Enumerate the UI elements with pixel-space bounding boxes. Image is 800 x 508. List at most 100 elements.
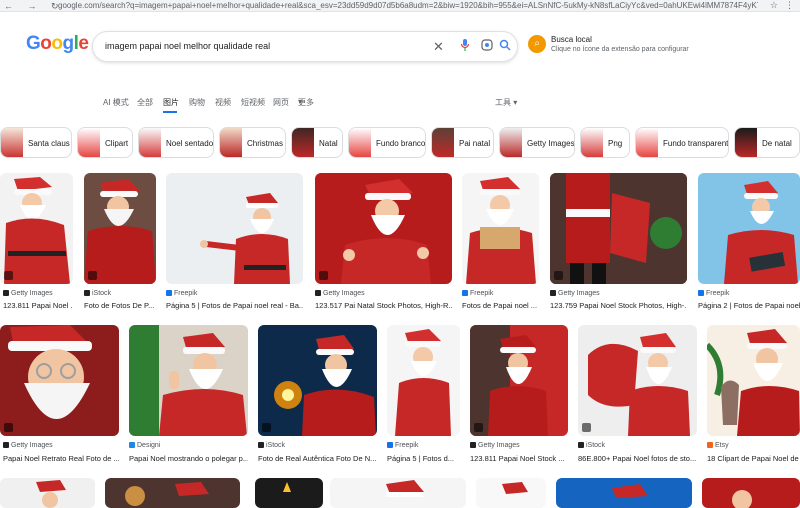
clear-icon[interactable]: ✕ (433, 38, 444, 56)
image-result[interactable] (315, 173, 452, 284)
profile-icon[interactable]: ⋮ (785, 0, 794, 11)
image-source[interactable]: iStock (258, 442, 285, 449)
microphone-icon[interactable] (460, 38, 470, 57)
tab-web[interactable]: 网页 (273, 97, 289, 108)
santa-photo (386, 480, 424, 497)
image-result[interactable] (387, 325, 460, 436)
image-badge-icon (4, 271, 13, 280)
local-search-title: Busca local (551, 35, 592, 44)
image-source[interactable]: Freepik (166, 290, 197, 297)
search-input[interactable]: imagem papai noel melhor qualidade real (105, 41, 270, 51)
image-result[interactable] (255, 478, 323, 508)
chip-png[interactable]: Png (580, 127, 630, 158)
chip-pai-natal[interactable]: Pai natal (431, 127, 494, 158)
image-result[interactable] (129, 325, 248, 436)
image-source[interactable]: Getty Images (550, 290, 600, 297)
image-source[interactable]: Getty Images (3, 442, 53, 449)
image-result[interactable] (462, 173, 539, 284)
image-result[interactable] (556, 478, 692, 508)
image-caption[interactable]: Papai Noel Retrato Real Foto de ... (3, 454, 119, 463)
image-result[interactable] (470, 325, 568, 436)
image-caption[interactable]: 123.517 Pai Natal Stock Photos, High-R..… (315, 301, 452, 310)
image-caption[interactable]: Fotos de Papai noel ... (462, 301, 539, 310)
image-caption[interactable]: 123.811 Papai Noel ... (3, 301, 73, 310)
image-source[interactable]: Designi (129, 442, 160, 449)
image-caption[interactable]: Página 5 | Fotos de Papai noel real - Ba… (166, 301, 303, 310)
favicon-icon (698, 290, 704, 296)
favicon-icon (387, 442, 393, 448)
image-result[interactable] (698, 173, 800, 284)
favicon-icon (3, 442, 9, 448)
image-result[interactable] (258, 325, 377, 436)
image-caption[interactable]: Página 5 | Fotos d... (387, 454, 460, 463)
favicon-icon (578, 442, 584, 448)
santa-photo (550, 173, 687, 284)
image-caption[interactable]: 123.811 Papai Noel Stock ... (470, 454, 568, 463)
chip-christmas[interactable]: Christmas (219, 127, 286, 158)
image-result[interactable] (84, 173, 156, 284)
search-box[interactable]: imagem papai noel melhor qualidade real … (92, 31, 518, 62)
url-text[interactable]: google.com/search?q=imagem+papai+noel+me… (58, 1, 758, 10)
chip-de-natal[interactable]: De natal (734, 127, 800, 158)
chip-getty-images[interactable]: Getty Images (499, 127, 575, 158)
tab-shopping[interactable]: 购物 (189, 97, 205, 108)
image-source[interactable]: iStock (84, 290, 111, 297)
chip-natal[interactable]: Natal (291, 127, 343, 158)
image-result[interactable] (0, 325, 119, 436)
image-result[interactable] (702, 478, 800, 508)
local-search-icon[interactable]: ⌕ (528, 35, 546, 53)
tab-images[interactable]: 图片 (163, 97, 179, 108)
image-caption[interactable]: 18 Clipart de Papai Noel de ... (707, 454, 800, 463)
image-badge-icon (262, 423, 271, 432)
santa-photo (395, 329, 451, 436)
santa-photo (283, 482, 291, 492)
bookmark-star-icon[interactable]: ☆ (770, 0, 778, 11)
image-caption[interactable]: Foto de Fotos De P... (84, 301, 156, 310)
chip-clipart[interactable]: Clipart (77, 127, 133, 158)
image-source[interactable]: Freepik (462, 290, 493, 297)
search-icon[interactable] (499, 38, 511, 56)
image-result[interactable] (105, 478, 240, 508)
image-result[interactable] (476, 478, 546, 508)
tab-ai-mode[interactable]: AI 模式 (103, 97, 129, 108)
image-result[interactable] (550, 173, 687, 284)
chip-fundo-branco[interactable]: Fundo branco (348, 127, 426, 158)
image-badge-icon (4, 423, 13, 432)
santa-photo (707, 329, 800, 436)
browser-address-bar[interactable]: ← → ↻ google.com/search?q=imagem+papai+n… (0, 0, 800, 12)
lens-icon[interactable] (481, 38, 493, 56)
image-caption[interactable]: 86E.800+ Papai Noel fotos de sto... (578, 454, 697, 463)
image-source[interactable]: Etsy (707, 442, 729, 449)
browser-nav-icons[interactable]: ← → ↻ (4, 1, 65, 11)
tab-all[interactable]: 全部 (137, 97, 153, 108)
image-source[interactable]: Getty Images (3, 290, 53, 297)
image-caption[interactable]: Página 2 | Fotos de Papai noel ... (698, 301, 800, 310)
image-result[interactable] (166, 173, 303, 284)
image-result[interactable] (707, 325, 800, 436)
image-source[interactable]: Freepik (387, 442, 418, 449)
chip-santa-claus[interactable]: Santa claus (0, 127, 72, 158)
google-logo[interactable]: Google (26, 33, 89, 55)
image-badge-icon (319, 271, 328, 280)
tools-button[interactable]: 工具 ▾ (495, 97, 517, 108)
santa-photo (502, 482, 528, 494)
image-source[interactable]: Freepik (698, 290, 729, 297)
tab-short-videos[interactable]: 短视频 (241, 97, 265, 108)
image-caption[interactable]: Foto de Real Autêntica Foto De N... (258, 454, 377, 463)
image-caption[interactable]: Papai Noel mostrando o polegar p... (129, 454, 248, 463)
tab-videos[interactable]: 视频 (215, 97, 231, 108)
chip-fundo-transparente[interactable]: Fundo transparente (635, 127, 729, 158)
image-source[interactable]: iStock (578, 442, 605, 449)
image-result[interactable] (330, 478, 466, 508)
image-result[interactable] (0, 478, 95, 508)
chip-thumbnail (292, 128, 314, 157)
chip-noel-sentado[interactable]: Noel sentado (138, 127, 214, 158)
santa-photo (732, 490, 752, 508)
image-result[interactable] (0, 173, 73, 284)
image-caption[interactable]: 123.759 Papai Noel Stock Photos, High-..… (550, 301, 687, 310)
tab-more[interactable]: 更多 ▾ (298, 97, 314, 107)
image-result[interactable] (578, 325, 697, 436)
image-source[interactable]: Getty Images (470, 442, 520, 449)
image-source[interactable]: Getty Images (315, 290, 365, 297)
image-badge-icon (554, 271, 563, 280)
